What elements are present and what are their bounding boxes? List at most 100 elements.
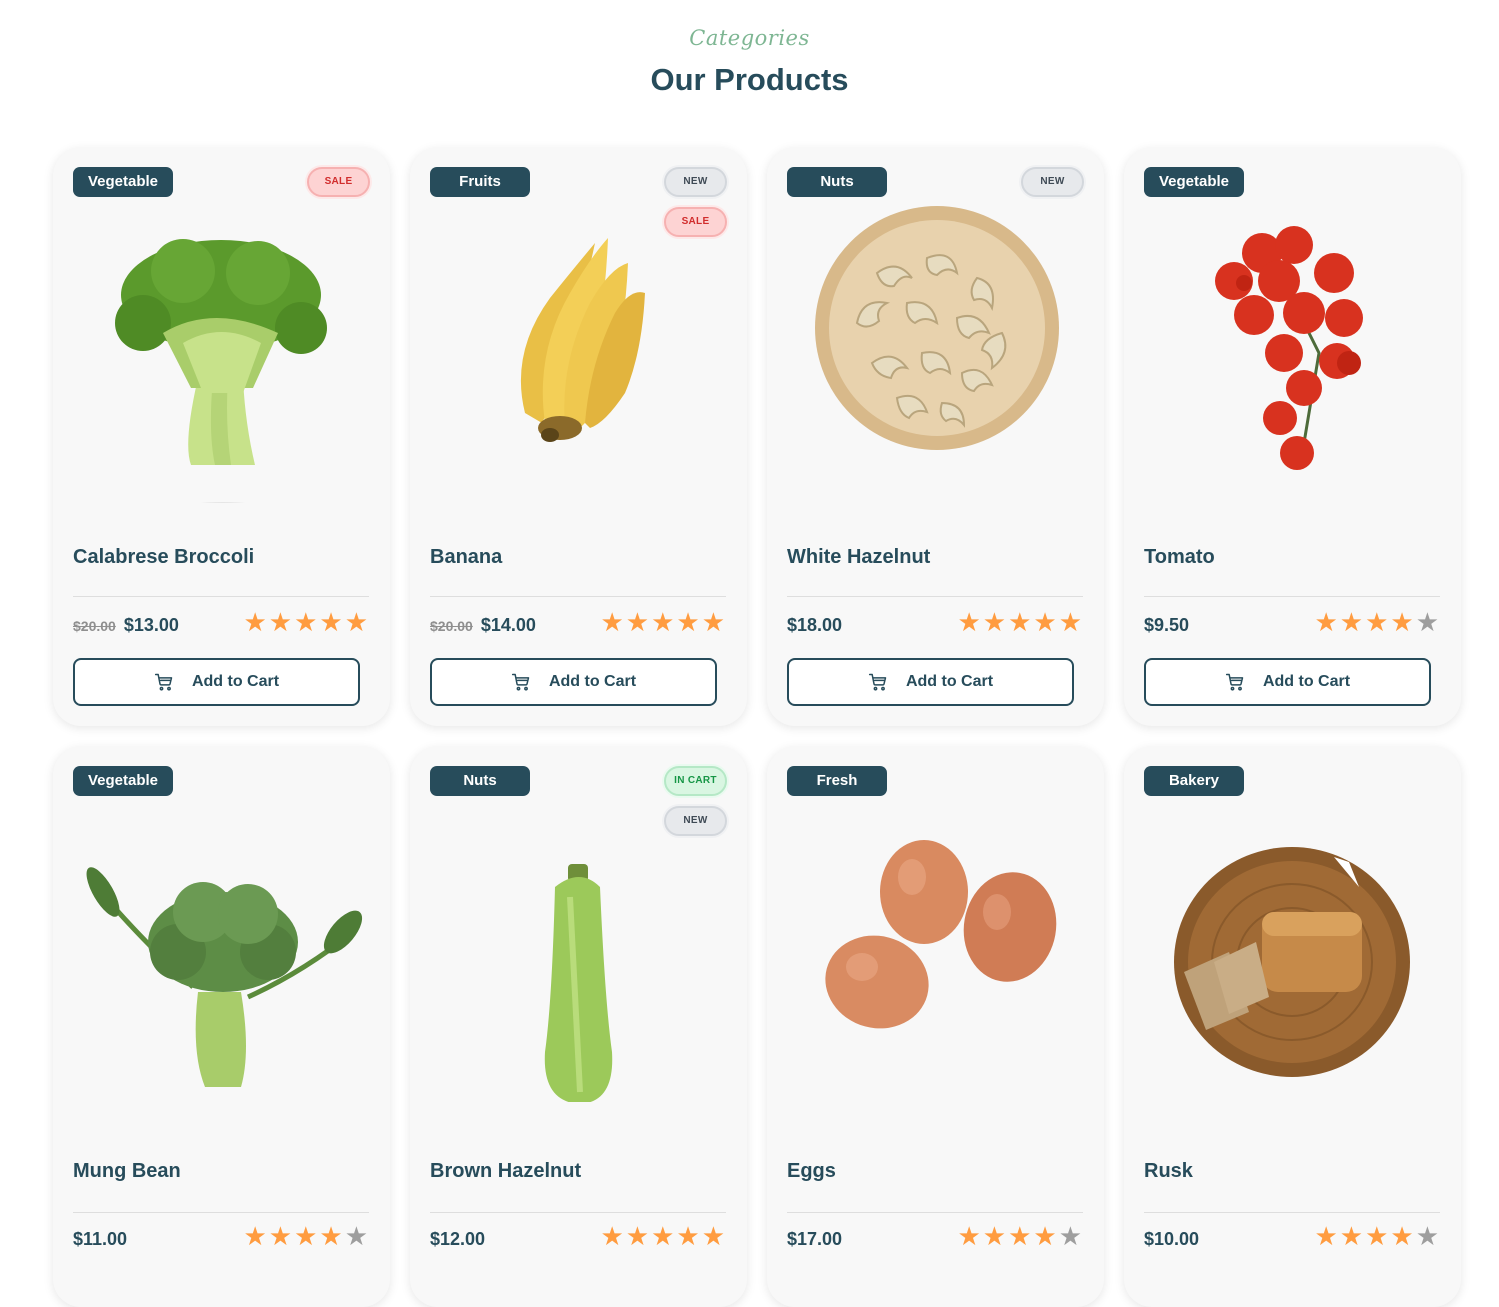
rating-stars: ★★★★★ (243, 1222, 370, 1250)
divider (73, 1212, 369, 1213)
product-card[interactable]: Bakery Rusk $10.00 ★★★★★ (1124, 747, 1461, 1307)
add-to-cart-button[interactable]: Add to Cart (430, 658, 717, 706)
category-tag: Vegetable (1144, 167, 1244, 197)
rating-stars: ★★★★★ (1314, 1222, 1441, 1250)
star-filled-icon: ★ (243, 1221, 269, 1251)
current-price: $18.00 (787, 615, 843, 635)
divider (430, 596, 726, 597)
star-filled-icon: ★ (957, 1221, 983, 1251)
star-filled-icon: ★ (1339, 607, 1366, 637)
rating-stars: ★★★★★ (600, 1222, 727, 1250)
star-filled-icon: ★ (1033, 607, 1059, 637)
rating-stars: ★★★★★ (1314, 608, 1441, 636)
product-grid: Vegetable SALE Calabrese Broccoli $20.00… (0, 0, 1499, 1307)
star-filled-icon: ★ (1058, 607, 1084, 637)
banana-image[interactable] (430, 203, 727, 503)
divider (787, 1212, 1083, 1213)
rating-stars: ★★★★★ (957, 608, 1084, 636)
star-empty-icon: ★ (1415, 1221, 1441, 1251)
add-to-cart-button[interactable]: Add to Cart (73, 658, 360, 706)
star-filled-icon: ★ (982, 1221, 1009, 1251)
product-card[interactable]: Fruits NEW SALE Banana $20.00 $14.00 ★★★★… (410, 148, 747, 726)
price: $17.00 (787, 1229, 842, 1250)
star-filled-icon: ★ (344, 607, 370, 637)
star-filled-icon: ★ (268, 607, 295, 637)
star-filled-icon: ★ (676, 607, 702, 637)
tomato-image[interactable] (1144, 203, 1441, 503)
eggs-image[interactable] (787, 802, 1084, 1102)
star-filled-icon: ★ (1008, 1221, 1034, 1251)
star-filled-icon: ★ (294, 607, 320, 637)
zucchini-image[interactable] (430, 802, 727, 1102)
divider (787, 596, 1083, 597)
current-price: $14.00 (480, 615, 536, 635)
star-filled-icon: ★ (1390, 1221, 1416, 1251)
rating-stars: ★★★★★ (957, 1222, 1084, 1250)
product-name: Rusk (1144, 1160, 1193, 1182)
current-price: $11.00 (73, 1229, 128, 1249)
category-tag: Bakery (1144, 766, 1244, 796)
category-tag: Vegetable (73, 766, 173, 796)
product-card[interactable]: Nuts IN CART NEW Brown Hazelnut $12.00 ★… (410, 747, 747, 1307)
star-filled-icon: ★ (1339, 1221, 1366, 1251)
category-tag: Vegetable (73, 167, 173, 197)
star-filled-icon: ★ (600, 1221, 626, 1251)
product-card[interactable]: Vegetable Tomato $9.50 ★★★★★ Add to Cart (1124, 148, 1461, 726)
star-filled-icon: ★ (651, 607, 677, 637)
product-name: Banana (430, 546, 503, 568)
product-name: Mung Bean (73, 1160, 181, 1182)
in-cart-badge: IN CART (664, 766, 727, 796)
add-to-cart-label: Add to Cart (1262, 673, 1351, 690)
star-filled-icon: ★ (1008, 607, 1034, 637)
star-filled-icon: ★ (625, 1221, 652, 1251)
new-badge: NEW (664, 167, 727, 197)
star-filled-icon: ★ (1365, 607, 1391, 637)
price: $20.00 $13.00 (73, 615, 179, 636)
category-tag: Fresh (787, 766, 887, 796)
divider (73, 596, 369, 597)
add-to-cart-button[interactable]: Add to Cart (787, 658, 1074, 706)
old-price: $20.00 (430, 618, 473, 634)
bread-board-image[interactable] (1144, 802, 1441, 1102)
divider (1144, 1212, 1440, 1213)
broccoli-image[interactable] (73, 203, 370, 503)
star-filled-icon: ★ (600, 607, 626, 637)
product-name: Tomato (1144, 546, 1215, 568)
price: $18.00 (787, 615, 842, 636)
product-card[interactable]: Nuts NEW White Hazelnut $18.00 ★★★★★ Add… (767, 148, 1104, 726)
product-name: Calabrese Broccoli (73, 546, 255, 568)
category-tag: Nuts (430, 766, 530, 796)
star-empty-icon: ★ (344, 1221, 370, 1251)
product-card[interactable]: Fresh Eggs $17.00 ★★★★★ (767, 747, 1104, 1307)
star-filled-icon: ★ (676, 1221, 702, 1251)
product-name: White Hazelnut (787, 546, 931, 568)
star-filled-icon: ★ (1314, 607, 1340, 637)
star-empty-icon: ★ (1058, 1221, 1084, 1251)
cart-icon (154, 673, 173, 691)
star-filled-icon: ★ (243, 607, 269, 637)
product-card[interactable]: Vegetable SALE Calabrese Broccoli $20.00… (53, 148, 390, 726)
divider (1144, 596, 1440, 597)
star-filled-icon: ★ (1390, 607, 1416, 637)
star-filled-icon: ★ (625, 607, 652, 637)
star-filled-icon: ★ (701, 607, 727, 637)
star-filled-icon: ★ (319, 1221, 345, 1251)
cart-icon (511, 673, 530, 691)
current-price: $13.00 (123, 615, 179, 635)
product-card[interactable]: Vegetable Mung Bean $11.00 ★★★★★ (53, 747, 390, 1307)
sale-badge: SALE (307, 167, 370, 197)
broccoli-leaves-image[interactable] (73, 802, 370, 1102)
star-filled-icon: ★ (1314, 1221, 1340, 1251)
add-to-cart-button[interactable]: Add to Cart (1144, 658, 1431, 706)
current-price: $10.00 (1144, 1229, 1200, 1249)
star-filled-icon: ★ (651, 1221, 677, 1251)
star-filled-icon: ★ (1033, 1221, 1059, 1251)
current-price: $12.00 (430, 1229, 486, 1249)
price: $9.50 (1144, 615, 1189, 636)
cart-icon (868, 673, 887, 691)
category-tag: Fruits (430, 167, 530, 197)
new-badge: NEW (1021, 167, 1084, 197)
cashew-bowl-image[interactable] (787, 203, 1084, 503)
add-to-cart-label: Add to Cart (905, 673, 994, 690)
star-filled-icon: ★ (957, 607, 983, 637)
